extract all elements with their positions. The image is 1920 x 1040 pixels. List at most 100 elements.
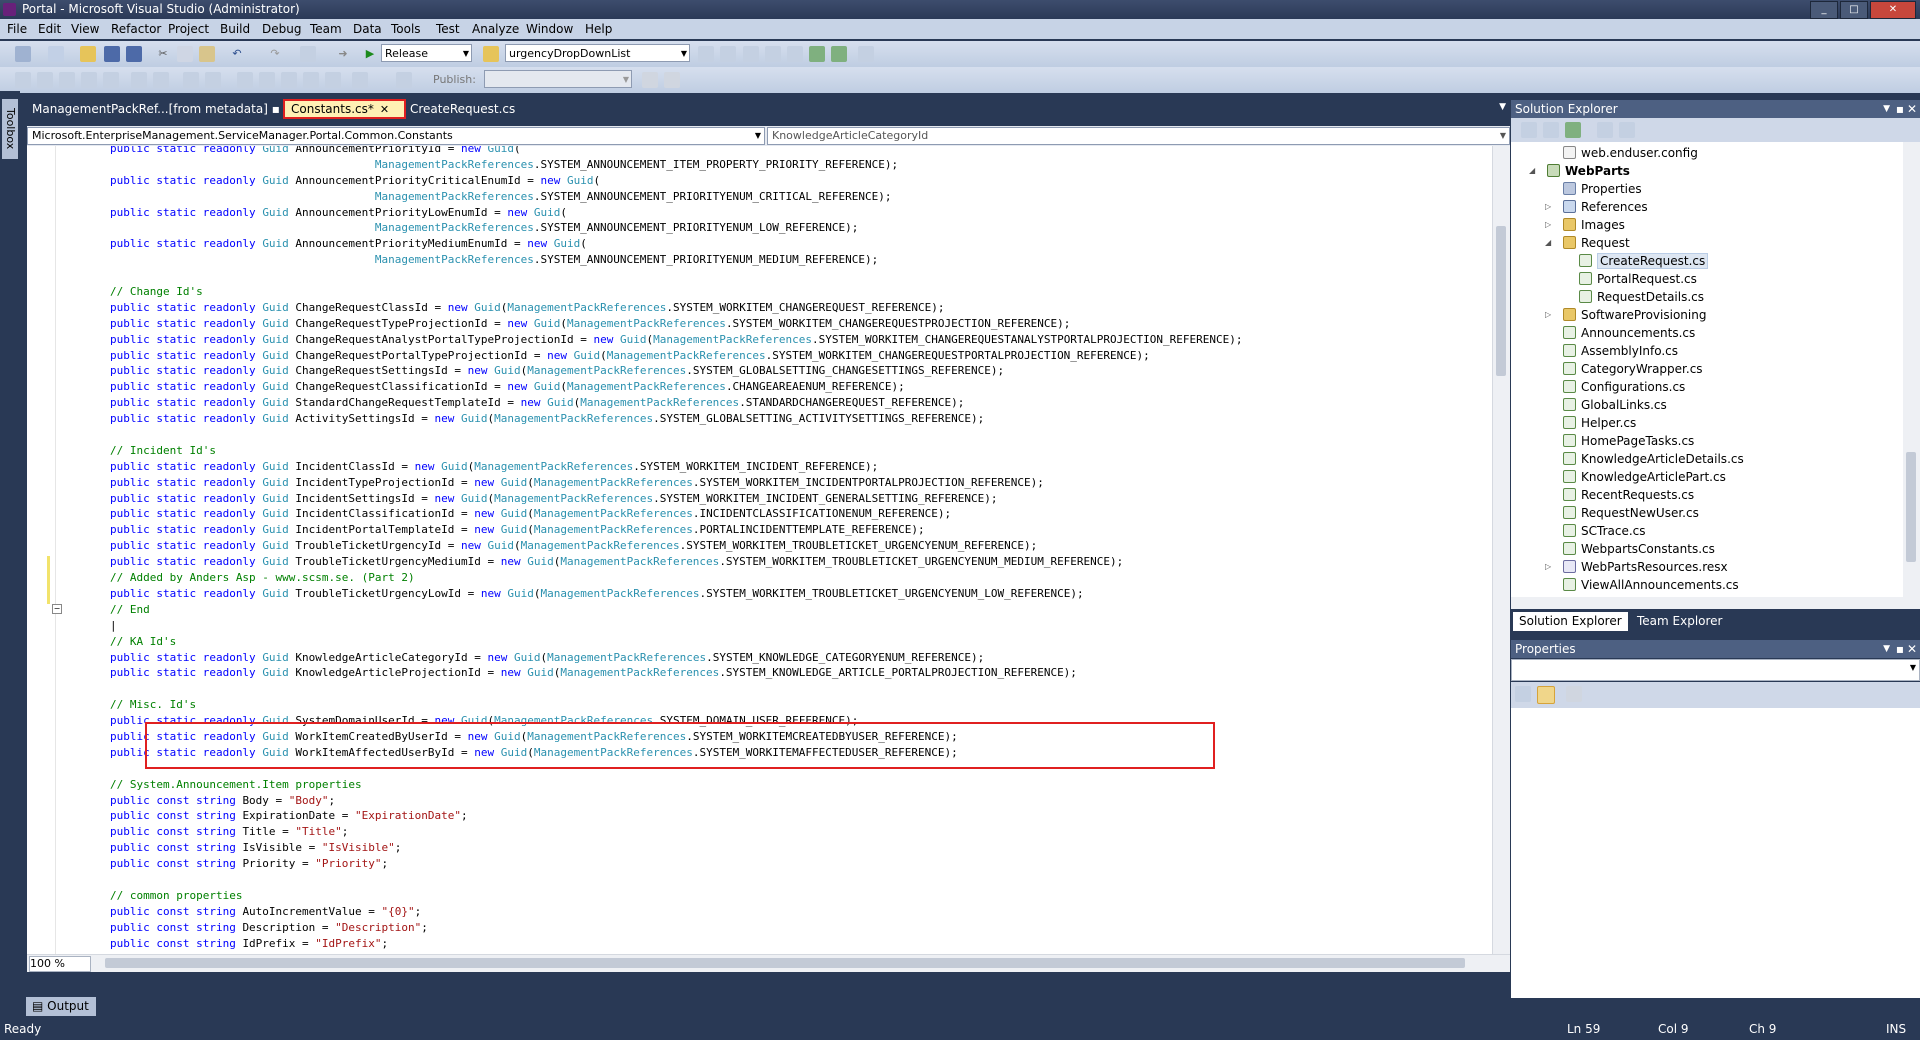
tree-item[interactable]: Announcements.cs	[1563, 324, 1695, 342]
scroll-thumb[interactable]	[1496, 226, 1506, 376]
solution-explorer-scrollbar[interactable]	[1903, 142, 1920, 597]
menu-debug[interactable]: Debug	[259, 19, 304, 39]
editor-vertical-scrollbar[interactable]	[1492, 146, 1510, 955]
collapse-icon[interactable]: ◢	[1545, 234, 1551, 252]
uncomment-icon[interactable]	[183, 72, 199, 88]
scroll-thumb[interactable]	[1906, 452, 1916, 562]
tree-item[interactable]: HomePageTasks.cs	[1563, 432, 1694, 450]
code-line[interactable]: // End	[57, 602, 1507, 618]
navigate-forward-icon[interactable]: ➜	[335, 46, 351, 62]
new-project-icon[interactable]	[15, 46, 31, 62]
display-object-member-list-icon[interactable]	[15, 72, 31, 88]
code-line[interactable]: public static readonly Guid TroubleTicke…	[57, 538, 1507, 554]
refresh-icon[interactable]	[1565, 122, 1581, 138]
zoom-combo[interactable]: 100 %	[29, 956, 91, 972]
tree-item[interactable]: web.enduser.config	[1563, 144, 1698, 162]
code-line[interactable]: public static readonly Guid ChangeReques…	[57, 363, 1507, 379]
pin-icon[interactable]: ▪	[1896, 640, 1904, 658]
tree-item[interactable]: ▷ References	[1545, 198, 1648, 216]
command-window-icon[interactable]	[858, 46, 874, 62]
menu-help[interactable]: Help	[582, 19, 615, 39]
code-line[interactable]: public static readonly Guid ChangeReques…	[57, 316, 1507, 332]
code-line[interactable]: public static readonly Guid WorkItemCrea…	[57, 729, 1507, 745]
view-class-diagram-icon[interactable]	[1619, 122, 1635, 138]
tab-constants[interactable]: Constants.cs* ✕	[283, 99, 406, 119]
active-files-dropdown-icon[interactable]: ▼	[1499, 102, 1506, 112]
scroll-thumb[interactable]	[105, 958, 1465, 968]
tree-item[interactable]: CategoryWrapper.cs	[1563, 360, 1703, 378]
menu-edit[interactable]: Edit	[35, 19, 64, 39]
find-in-files-icon[interactable]	[483, 46, 499, 62]
close-icon[interactable]: ✕	[380, 103, 389, 116]
toolbar-options-icon[interactable]	[664, 72, 680, 88]
one-click-publish-icon[interactable]	[352, 72, 368, 88]
code-line[interactable]: public static readonly Guid ChangeReques…	[57, 379, 1507, 395]
pin-icon[interactable]: ▪	[1896, 100, 1904, 118]
code-line[interactable]: public static readonly Guid IncidentPort…	[57, 522, 1507, 538]
tab-solution-explorer[interactable]: Solution Explorer	[1513, 612, 1628, 631]
editor-horizontal-scrollbar[interactable]: 100 %	[27, 954, 1510, 972]
code-line[interactable]: public const string Priority = "Priority…	[57, 856, 1507, 872]
publish-web-icon[interactable]	[396, 72, 412, 88]
previous-bookmark-in-folder-icon[interactable]	[281, 72, 297, 88]
code-line[interactable]	[57, 761, 1507, 777]
save-all-icon[interactable]	[126, 46, 142, 62]
close-button[interactable]: ✕	[1870, 1, 1916, 19]
code-line[interactable]: public static readonly Guid TroubleTicke…	[57, 554, 1507, 570]
alphabetical-icon[interactable]	[1537, 686, 1555, 704]
menu-analyze[interactable]: Analyze	[469, 19, 522, 39]
tree-item[interactable]: ▷ WebPartsResources.resx	[1545, 558, 1728, 576]
tree-item[interactable]: RecentRequests.cs	[1563, 486, 1694, 504]
pin-icon[interactable]: ▪	[272, 102, 280, 116]
tab-managementpackreferences[interactable]: ManagementPackRef...[from metadata] ▪	[26, 99, 286, 119]
tree-item[interactable]: RequestNewUser.cs	[1563, 504, 1699, 522]
tree-item[interactable]: Helper.cs	[1563, 414, 1636, 432]
menu-team[interactable]: Team	[307, 19, 345, 39]
quick-info-icon[interactable]	[59, 72, 75, 88]
tree-item[interactable]: ▷ Images	[1545, 216, 1625, 234]
code-line[interactable]: public static readonly Guid Announcement…	[57, 205, 1507, 221]
tree-item[interactable]: AssemblyInfo.cs	[1563, 342, 1678, 360]
code-line[interactable]: ManagementPackReferences.SYSTEM_ANNOUNCE…	[57, 189, 1507, 205]
start-page-icon[interactable]	[809, 46, 825, 62]
menu-tools[interactable]: Tools	[388, 19, 424, 39]
tree-item[interactable]: SCTrace.cs	[1563, 522, 1646, 540]
undo-icon[interactable]: ↶	[229, 46, 245, 62]
comment-out-icon[interactable]	[153, 72, 169, 88]
tree-item[interactable]: ViewAllAnnouncements.cs	[1563, 576, 1739, 594]
view-code-icon[interactable]	[1597, 122, 1613, 138]
code-line[interactable]: public static readonly Guid IncidentType…	[57, 475, 1507, 491]
code-line[interactable]: // Misc. Id's	[57, 697, 1507, 713]
parameter-info-icon[interactable]	[37, 72, 53, 88]
tree-item[interactable]: ◢ WebParts	[1529, 162, 1630, 180]
toolbox-icon[interactable]	[787, 46, 803, 62]
extension-manager-icon[interactable]	[831, 46, 847, 62]
panel-dropdown-icon[interactable]: ▼	[1883, 640, 1890, 658]
code-line[interactable]: public static readonly Guid ChangeReques…	[57, 332, 1507, 348]
menu-data[interactable]: Data	[350, 19, 385, 39]
code-line[interactable]: public const string IdPrefix = "IdPrefix…	[57, 936, 1507, 952]
tree-item[interactable]: WebpartsConstants.cs	[1563, 540, 1715, 558]
find-combo[interactable]: urgencyDropDownList ▼	[505, 44, 690, 62]
properties-window-icon[interactable]	[743, 46, 759, 62]
code-content[interactable]: public static readonly Guid Announcement…	[57, 146, 1507, 967]
code-line[interactable]: public const string Description = "Descr…	[57, 920, 1507, 936]
tree-item[interactable]: PortalRequest.cs	[1579, 270, 1697, 288]
categorized-icon[interactable]	[1515, 686, 1531, 702]
types-combo[interactable]: Microsoft.EnterpriseManagement.ServiceMa…	[27, 127, 765, 145]
solution-configuration-combo[interactable]: Release ▼	[381, 44, 472, 62]
code-line[interactable]: // System.Announcement.Item properties	[57, 777, 1507, 793]
close-icon[interactable]: ✕	[1907, 640, 1917, 658]
code-line[interactable]: // common properties	[57, 888, 1507, 904]
tree-item[interactable]: ▷ SoftwareProvisioning	[1545, 306, 1706, 324]
property-pages-icon[interactable]	[1566, 686, 1582, 702]
copy-icon[interactable]	[177, 46, 193, 62]
code-line[interactable]: public static readonly Guid KnowledgeArt…	[57, 665, 1507, 681]
save-icon[interactable]	[104, 46, 120, 62]
code-line[interactable]: public static readonly Guid ChangeReques…	[57, 348, 1507, 364]
output-tab[interactable]: ▤ Output	[26, 997, 96, 1016]
start-debugging-icon[interactable]: ▶	[362, 46, 378, 62]
tab-team-explorer[interactable]: Team Explorer	[1631, 612, 1729, 631]
next-bookmark-icon[interactable]	[259, 72, 275, 88]
code-line[interactable]: public static readonly Guid KnowledgeArt…	[57, 650, 1507, 666]
